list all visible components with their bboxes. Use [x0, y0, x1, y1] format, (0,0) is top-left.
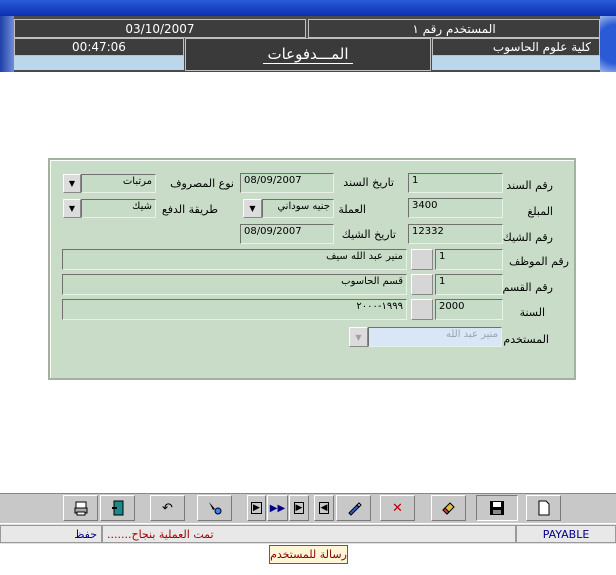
expense-type-select[interactable]: مرتبات: [81, 174, 156, 193]
voucher-date-field[interactable]: 08/09/2007: [240, 173, 334, 193]
undo-icon: ↶: [162, 500, 173, 516]
expense-type-dropdown-button[interactable]: ▼: [63, 174, 81, 193]
employee-name-field: منير عبد الله سيف: [62, 249, 407, 270]
find-button[interactable]: [197, 495, 232, 521]
payment-method-label: طريقة الدفع: [161, 203, 218, 216]
chevron-down-icon: ▼: [68, 204, 76, 213]
user-select: منير عبد الله: [368, 327, 502, 347]
find-icon: [208, 502, 221, 515]
status-form-name: PAYABLE: [516, 525, 616, 543]
current-user: المستخدم رقم ١: [308, 19, 600, 38]
clear-button[interactable]: [431, 495, 466, 521]
page-title-text: المـــدفوعات: [263, 45, 353, 64]
current-time: 00:47:06: [14, 38, 184, 56]
print-button[interactable]: [63, 495, 98, 521]
user-message-tooltip: رسالة للمستخدم: [269, 545, 348, 564]
department-no-label: رقم القسم: [502, 281, 554, 294]
undo-button[interactable]: ↶: [150, 495, 185, 521]
save-icon: [490, 501, 504, 515]
currency-select[interactable]: جنيه سوداني: [262, 199, 334, 218]
amount-label: المبلغ: [527, 205, 553, 218]
payment-method-select[interactable]: شيك: [81, 199, 156, 218]
user-dropdown-button: ▼: [349, 327, 368, 347]
exit-button[interactable]: [100, 495, 135, 521]
banner-right-decoration: [600, 16, 616, 72]
year-field[interactable]: 2000: [435, 299, 503, 320]
currency-label: العملة: [338, 203, 366, 216]
chevron-down-icon: ▼: [68, 179, 76, 188]
new-button[interactable]: [526, 495, 561, 521]
edit-icon: [347, 502, 362, 516]
header-stripe-left: [14, 56, 184, 70]
employee-no-label: رقم الموظف: [509, 255, 569, 268]
cheque-date-label: تاريخ الشيك: [341, 228, 396, 241]
fast-forward-icon: ▶▶: [269, 502, 286, 514]
year-lookup-button[interactable]: [411, 299, 433, 320]
user-label: المستخدم: [503, 333, 549, 346]
department-no-field[interactable]: 1: [435, 274, 503, 295]
status-message: تمت العملية بنجاح.......: [102, 525, 516, 543]
status-action: حفظ: [0, 525, 102, 543]
cheque-no-label: رقم الشيك: [502, 231, 553, 244]
cheque-date-field[interactable]: 08/09/2007: [240, 224, 334, 244]
cheque-no-field[interactable]: 12332: [408, 224, 503, 244]
voucher-date-label: تاريخ السند: [343, 176, 394, 189]
delete-icon: ✕: [392, 500, 403, 516]
payment-method-dropdown-button[interactable]: ▼: [63, 199, 81, 218]
employee-no-field[interactable]: 1: [435, 249, 503, 270]
last-record-button[interactable]: ▶: [247, 495, 266, 521]
delete-button[interactable]: ✕: [380, 495, 415, 521]
chevron-down-icon: ▼: [355, 332, 362, 342]
year-name-field: ١٩٩٩-٢٠٠٠: [62, 299, 407, 320]
amount-field[interactable]: 3400: [408, 198, 503, 218]
previous-icon: ◀: [318, 502, 330, 514]
year-label: السنة: [519, 306, 545, 319]
faculty-name: كلية علوم الحاسوب: [432, 38, 600, 56]
department-lookup-button[interactable]: [411, 274, 433, 295]
voucher-no-field[interactable]: 1: [408, 173, 503, 193]
next-records-button[interactable]: ▶▶: [267, 495, 288, 521]
edit-button[interactable]: [336, 495, 371, 521]
employee-lookup-button[interactable]: [411, 249, 433, 270]
save-button[interactable]: [476, 495, 518, 521]
next-icon: ▶: [293, 502, 305, 514]
expense-type-label: نوع المصروف: [170, 177, 234, 190]
department-name-field: قسم الحاسوب: [62, 274, 407, 295]
voucher-no-label: رقم السند: [506, 179, 553, 192]
banner-left-decoration: [0, 16, 14, 72]
next-record-button[interactable]: ▶: [289, 495, 309, 521]
header-stripe-right: [432, 56, 600, 70]
last-icon: ▶: [251, 502, 262, 514]
eraser-icon: [441, 502, 455, 515]
printer-icon: [74, 501, 87, 516]
chevron-down-icon: ▼: [249, 204, 256, 213]
page-title: المـــدفوعات: [185, 38, 431, 71]
title-bar: [0, 0, 616, 16]
previous-record-button[interactable]: ◀: [314, 495, 334, 521]
current-date: 03/10/2007: [14, 19, 306, 38]
new-document-icon: [538, 500, 549, 516]
door-exit-icon: [111, 500, 123, 516]
currency-dropdown-button[interactable]: ▼: [243, 199, 262, 218]
